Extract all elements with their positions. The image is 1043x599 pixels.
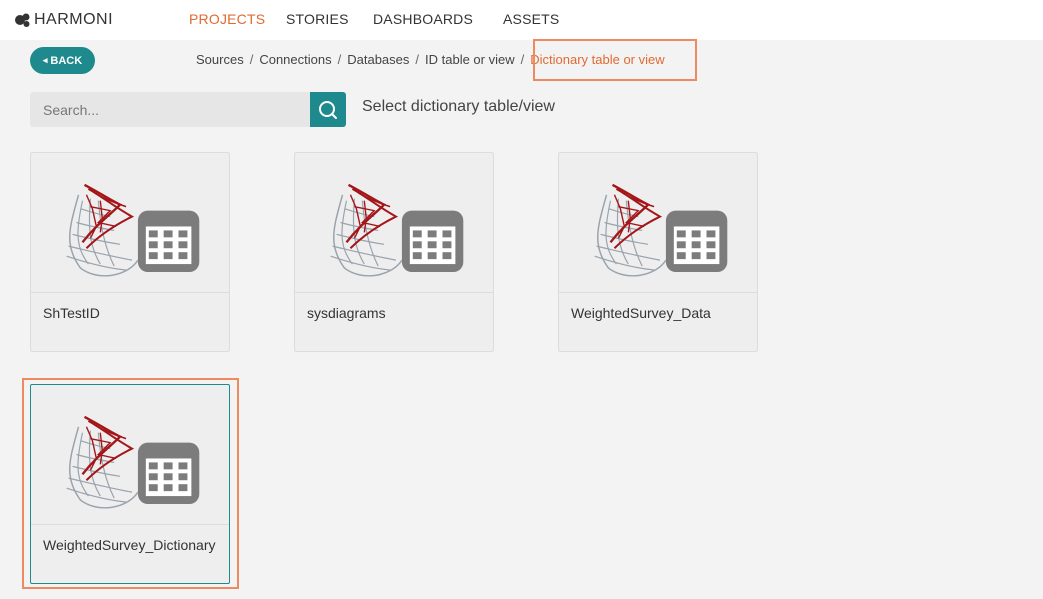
table-card-sysdiagrams[interactable]: sysdiagrams [294, 152, 494, 352]
search-input[interactable] [30, 92, 310, 127]
nav-dashboards[interactable]: DASHBOARDS [373, 11, 473, 27]
search-icon [319, 100, 337, 119]
nav-assets[interactable]: ASSETS [503, 11, 559, 27]
app-logo[interactable]: HARMONI [14, 10, 113, 30]
card-label: WeightedSurvey_Data [571, 305, 711, 321]
top-navigation-bar: HARMONI PROJECTS STORIES DASHBOARDS ASSE… [0, 0, 1043, 40]
card-label: sysdiagrams [307, 305, 386, 321]
logo-text: HARMONI [34, 11, 114, 28]
breadcrumb-separator: / [337, 52, 342, 67]
breadcrumb-separator: / [520, 52, 525, 67]
table-card-weightedsurvey-data[interactable]: WeightedSurvey_Data [558, 152, 758, 352]
breadcrumb-highlight-box [533, 39, 697, 81]
breadcrumb-separator: / [415, 52, 420, 67]
nav-stories[interactable]: STORIES [286, 11, 349, 27]
chevron-left-icon: ◂ [42, 55, 48, 65]
card-label: ShTestID [43, 305, 100, 321]
card-highlight-box [22, 378, 239, 589]
back-button-label: BACK [50, 54, 83, 67]
breadcrumb-databases[interactable]: Databases [347, 52, 409, 67]
breadcrumb-sources[interactable]: Sources [196, 52, 244, 67]
nav-projects[interactable]: PROJECTS [189, 11, 265, 27]
instruction-text: Select dictionary table/view [362, 98, 555, 115]
sql-server-table-icon [559, 183, 757, 293]
sql-server-table-icon [31, 183, 229, 293]
search-button[interactable] [310, 92, 346, 127]
breadcrumb-connections[interactable]: Connections [259, 52, 331, 67]
breadcrumb-separator: / [249, 52, 254, 67]
table-card-shtestid[interactable]: ShTestID [30, 152, 230, 352]
sql-server-table-icon [295, 183, 493, 293]
breadcrumb-id-table[interactable]: ID table or view [425, 52, 515, 67]
back-button[interactable]: ◂ BACK [30, 47, 95, 74]
search-box [30, 92, 310, 127]
harmoni-logo-icon [15, 13, 30, 27]
